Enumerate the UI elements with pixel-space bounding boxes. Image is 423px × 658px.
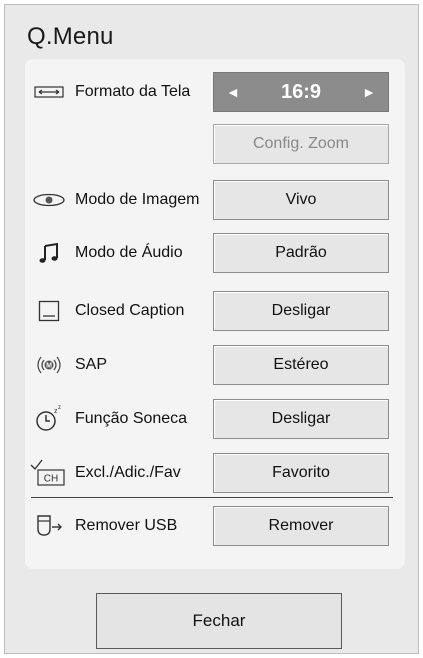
menu-row-label: Modo de Áudio [75, 244, 183, 261]
picture-mode-button[interactable]: Vivo [213, 180, 389, 220]
aspect-ratio-value: 16:9 [280, 80, 322, 103]
divider [31, 497, 393, 498]
menu-row-audio-mode: Modo de Áudio Padrão [25, 232, 405, 274]
menu-row-closed-caption: Closed Caption Desligar [25, 290, 405, 332]
menu-row-label: Remover USB [75, 517, 178, 534]
sap-button[interactable]: Estéreo [213, 345, 389, 385]
channel-icon-text: CH [44, 474, 58, 485]
remove-usb-button[interactable]: Remover [213, 506, 389, 546]
menu-row-label: Excl./Adic./Fav [75, 464, 181, 481]
sleep-timer-button[interactable]: Desligar [213, 399, 389, 439]
sap-broadcast-icon: M [29, 350, 69, 380]
channel-edit-button[interactable]: Favorito [213, 453, 389, 493]
music-note-icon [29, 238, 69, 268]
menu-row-label: Modo de Imagem [75, 191, 200, 208]
menu-row-picture-mode: Modo de Imagem Vivo [25, 179, 405, 221]
aspect-ratio-icon [29, 77, 69, 107]
menu-row-sleep-timer: z z Função Soneca Desligar [25, 398, 405, 440]
menu-row-label: Formato da Tela [75, 83, 191, 100]
closed-caption-button[interactable]: Desligar [213, 291, 389, 331]
menu-list: Formato da Tela ◄ 16:9 ► Config. Zoom Mo… [25, 59, 405, 569]
menu-row-label: Closed Caption [75, 302, 185, 319]
audio-mode-button[interactable]: Padrão [213, 233, 389, 273]
sap-icon-text: M [46, 363, 52, 370]
menu-title: Q.Menu [27, 23, 114, 50]
caption-icon [29, 296, 69, 326]
menu-row-label: Função Soneca [75, 410, 188, 427]
usb-eject-icon [29, 511, 69, 541]
menu-row-sap: M SAP Estéreo [25, 344, 405, 386]
menu-row-zoom: Config. Zoom [25, 123, 405, 165]
channel-check-icon: CH [29, 458, 69, 488]
svg-text:z: z [58, 405, 61, 411]
arrow-left-icon[interactable]: ◄ [226, 84, 240, 100]
close-button[interactable]: Fechar [96, 593, 342, 649]
menu-row-channel-edit: CH Excl./Adic./Fav Favorito [25, 452, 405, 494]
eye-icon [29, 185, 69, 215]
zoom-config-button: Config. Zoom [213, 124, 389, 164]
menu-row-label: SAP [75, 356, 108, 373]
arrow-right-icon[interactable]: ► [362, 84, 376, 100]
menu-row-remove-usb: Remover USB Remover [25, 505, 405, 547]
aspect-ratio-selector[interactable]: ◄ 16:9 ► [213, 72, 389, 112]
menu-row-aspect-ratio: Formato da Tela ◄ 16:9 ► [25, 71, 405, 113]
sleep-timer-icon: z z [29, 404, 69, 434]
qmenu-panel: Q.Menu Formato da Tela ◄ 16:9 ► Config. … [4, 4, 419, 654]
